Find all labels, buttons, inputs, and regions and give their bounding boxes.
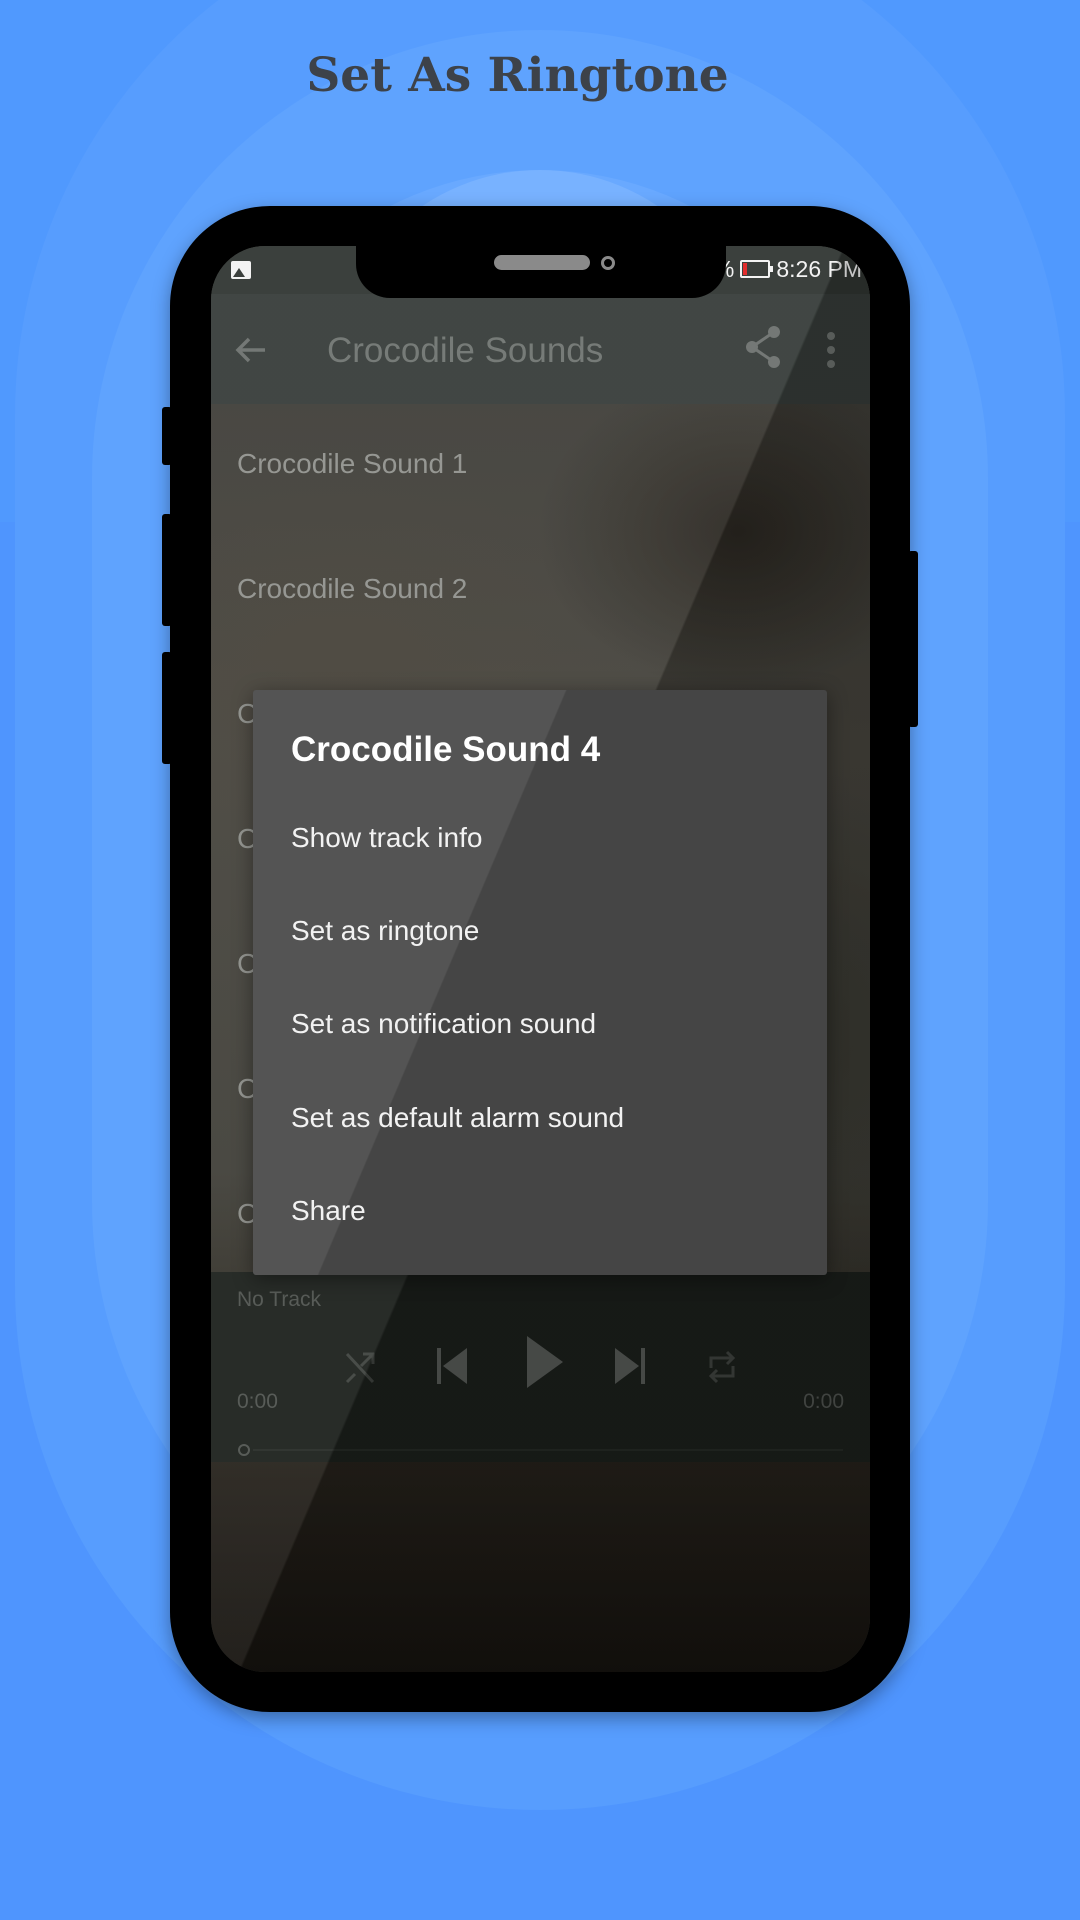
menu-item-set-ringtone[interactable]: Set as ringtone	[291, 915, 479, 947]
phone-notch	[356, 206, 726, 298]
menu-item-set-alarm[interactable]: Set as default alarm sound	[291, 1102, 624, 1134]
dialog-glare	[253, 690, 827, 1275]
track-options-dialog: Crocodile Sound 4 Show track info Set as…	[253, 690, 827, 1275]
app-title: Crocodile Sounds	[327, 331, 604, 370]
image-icon	[231, 261, 251, 279]
app-bar: Crocodile Sounds	[211, 294, 870, 404]
skip-next-icon[interactable]	[613, 1338, 647, 1394]
dialog-title: Crocodile Sound 4	[291, 730, 601, 769]
arrow-left-icon[interactable]	[231, 330, 271, 370]
play-icon[interactable]	[523, 1332, 567, 1392]
elapsed-time: 0:00	[237, 1390, 278, 1413]
list-item[interactable]: Crocodile Sound 2	[211, 529, 870, 654]
seek-bar[interactable]	[253, 1449, 843, 1451]
seek-thumb[interactable]	[238, 1444, 250, 1456]
speaker-grille	[494, 255, 590, 270]
battery-icon	[740, 260, 774, 278]
list-item[interactable]: Crocodile Sound 1	[211, 404, 870, 529]
clock: 8:26 PM	[776, 255, 862, 282]
duration-time: 0:00	[803, 1390, 844, 1413]
promo-headline: Set As Ringtone	[306, 48, 729, 103]
battery-fill	[743, 263, 748, 275]
menu-item-show-track-info[interactable]: Show track info	[291, 822, 482, 854]
shuffle-icon[interactable]	[343, 1338, 377, 1394]
skip-previous-icon[interactable]	[435, 1338, 469, 1394]
front-camera	[601, 256, 615, 270]
menu-item-set-notification[interactable]: Set as notification sound	[291, 1008, 596, 1040]
more-vertical-icon[interactable]	[823, 328, 839, 372]
menu-item-share[interactable]: Share	[291, 1195, 366, 1227]
repeat-icon[interactable]	[705, 1338, 739, 1394]
share-icon[interactable]	[743, 324, 783, 370]
player-bar: No Track 0:00 0:00	[211, 1272, 870, 1462]
track-name: No Track	[237, 1288, 322, 1311]
